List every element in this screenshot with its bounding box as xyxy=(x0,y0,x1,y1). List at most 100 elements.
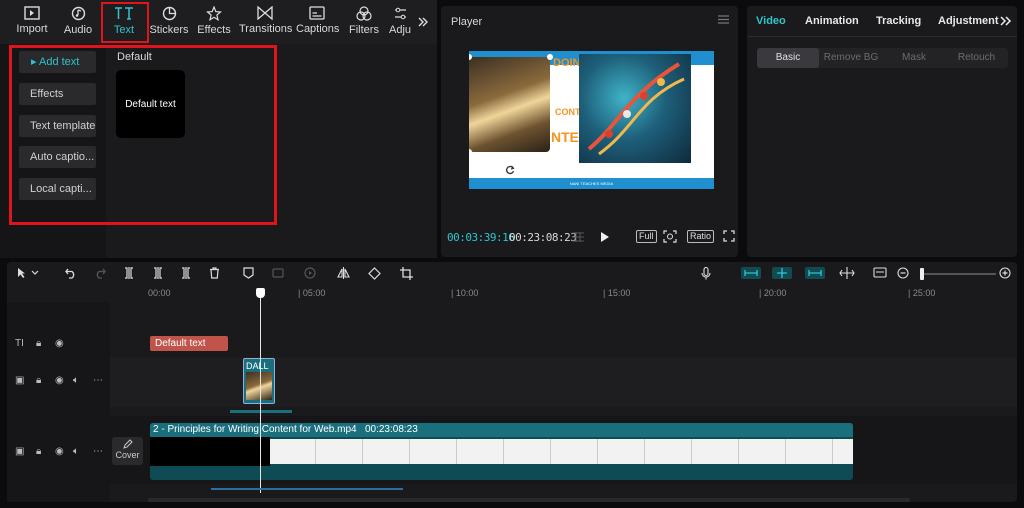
playhead-handle[interactable] xyxy=(256,288,265,298)
current-time: 00:03:39:16 xyxy=(447,231,515,244)
tab-filters[interactable]: Filters xyxy=(347,4,381,40)
eye-icon[interactable]: ◉ xyxy=(55,338,64,349)
ruler-tick-label: | 20:00 xyxy=(759,288,787,298)
delete-icon[interactable] xyxy=(209,267,220,279)
rotate-icon[interactable] xyxy=(368,267,381,280)
marker-icon[interactable] xyxy=(243,267,254,279)
main-track-magnet-icon[interactable] xyxy=(741,267,761,279)
split-icon[interactable] xyxy=(123,267,135,279)
tab-adjustment-label: Adju xyxy=(388,24,412,36)
dna-image xyxy=(579,54,691,163)
audio-icon xyxy=(71,6,85,21)
resize-handle[interactable] xyxy=(547,54,553,60)
snap-icon[interactable] xyxy=(772,267,792,279)
preview-axis-icon[interactable] xyxy=(839,267,855,279)
play-button[interactable] xyxy=(600,231,610,243)
filters-icon xyxy=(356,6,372,21)
tab-tracking[interactable]: Tracking xyxy=(876,15,921,27)
full-button[interactable]: Full xyxy=(636,230,657,243)
media-toolbar: Import Audio Text Stickers Effects Trans… xyxy=(0,0,437,44)
ruler-tick-label: 00:00 xyxy=(148,288,171,298)
play-icon xyxy=(601,232,609,242)
tab-effects[interactable]: Effects xyxy=(196,4,232,40)
filmstrip-frame xyxy=(364,439,410,464)
microphone-icon[interactable] xyxy=(701,267,711,280)
library-image[interactable] xyxy=(469,57,550,152)
freeze-icon[interactable] xyxy=(272,267,284,279)
more-icon[interactable]: ⋯ xyxy=(93,446,103,457)
tab-adjustment[interactable]: Adju xyxy=(388,4,412,40)
fit-screen-icon[interactable] xyxy=(663,230,677,243)
split-right-icon[interactable] xyxy=(180,267,192,279)
tab-audio[interactable]: Audio xyxy=(62,4,94,40)
tab-import[interactable]: Import xyxy=(14,4,50,40)
resize-handle[interactable] xyxy=(469,149,472,155)
effects-icon xyxy=(206,6,222,21)
split-left-icon[interactable] xyxy=(152,267,164,279)
crop-icon[interactable] xyxy=(400,267,413,280)
undo-icon[interactable] xyxy=(65,267,77,279)
redo-icon[interactable] xyxy=(94,267,106,279)
playhead[interactable] xyxy=(260,288,261,493)
linkage-icon[interactable] xyxy=(805,267,825,279)
filmstrip-frame xyxy=(787,439,833,464)
player-title: Player xyxy=(451,16,483,28)
video-track-icon: ▣ xyxy=(15,375,25,386)
overlay-clip-shadow xyxy=(230,410,292,413)
text-clip[interactable]: Default text xyxy=(150,336,228,351)
filmstrip-frame xyxy=(317,439,363,464)
tab-stickers[interactable]: Stickers xyxy=(149,4,189,40)
filmstrip-frame xyxy=(458,439,504,464)
video-preview[interactable]: DOING CONTE NTEN NANI TEACHES MEDIA xyxy=(469,51,714,189)
more-icon[interactable]: ⋯ xyxy=(93,375,103,386)
zoom-out-icon[interactable] xyxy=(897,267,909,279)
eye-icon[interactable]: ◉ xyxy=(55,446,64,457)
tab-captions[interactable]: Captions xyxy=(296,4,339,40)
main-clip-header: 2 - Principles for Writing Content for W… xyxy=(150,423,853,437)
reverse-icon[interactable] xyxy=(304,267,316,279)
more-props-tabs-button[interactable] xyxy=(1000,16,1012,26)
eye-icon[interactable]: ◉ xyxy=(55,375,64,386)
speaker-icon[interactable]: 🔈︎ xyxy=(73,375,79,386)
subtab-retouch[interactable]: Retouch xyxy=(945,48,1008,68)
fullscreen-icon[interactable] xyxy=(723,230,735,242)
tab-import-label: Import xyxy=(16,23,48,35)
tab-effects-label: Effects xyxy=(197,24,231,36)
overlay-image-clip[interactable]: DALL xyxy=(243,358,275,404)
filmstrip-frame xyxy=(693,439,739,464)
lock-icon[interactable]: 🔒︎ xyxy=(36,446,41,457)
tab-transitions-label: Transitions xyxy=(239,23,293,35)
tab-adjustment-props[interactable]: Adjustment xyxy=(938,15,999,27)
main-video-clip[interactable]: 2 - Principles for Writing Content for W… xyxy=(150,423,853,480)
timeline-ruler[interactable]: 00:00 | 05:00 | 10:00 | 15:00 | 20:00 | … xyxy=(148,288,1016,302)
subtab-remove-bg[interactable]: Remove BG xyxy=(819,48,883,68)
filmstrip-frame xyxy=(505,439,551,464)
subtab-basic[interactable]: Basic xyxy=(757,48,819,68)
tab-filters-label: Filters xyxy=(349,24,379,36)
tab-transitions[interactable]: Transitions xyxy=(239,4,293,40)
tab-audio-label: Audio xyxy=(63,24,93,36)
properties-panel xyxy=(747,6,1017,257)
lock-icon[interactable]: 🔒︎ xyxy=(36,375,41,386)
lock-icon[interactable]: 🔒︎ xyxy=(36,338,41,349)
main-clip-duration: 00:23:08:23 xyxy=(364,424,418,435)
text-track xyxy=(110,333,1017,353)
tab-video[interactable]: Video xyxy=(756,15,786,27)
zoom-slider[interactable] xyxy=(920,273,996,275)
track-headers xyxy=(7,302,110,502)
speaker-icon[interactable]: 🔈︎ xyxy=(73,446,79,457)
ruler-tick-label: | 15:00 xyxy=(603,288,631,298)
rotate-handle-icon[interactable] xyxy=(505,165,515,175)
caption-toggle-icon[interactable] xyxy=(873,267,887,279)
select-tool-icon[interactable] xyxy=(17,267,39,279)
timecode-grid-icon[interactable] xyxy=(571,231,585,243)
zoom-slider-knob[interactable] xyxy=(920,268,924,280)
mirror-icon[interactable] xyxy=(337,267,350,279)
subtab-mask[interactable]: Mask xyxy=(883,48,945,68)
ratio-button[interactable]: Ratio xyxy=(687,230,715,243)
tab-animation[interactable]: Animation xyxy=(805,15,859,27)
timeline-scrollbar[interactable] xyxy=(148,498,910,502)
zoom-in-icon[interactable] xyxy=(999,267,1011,279)
cover-button[interactable]: Cover xyxy=(112,437,143,465)
player-menu-icon[interactable] xyxy=(718,15,729,24)
